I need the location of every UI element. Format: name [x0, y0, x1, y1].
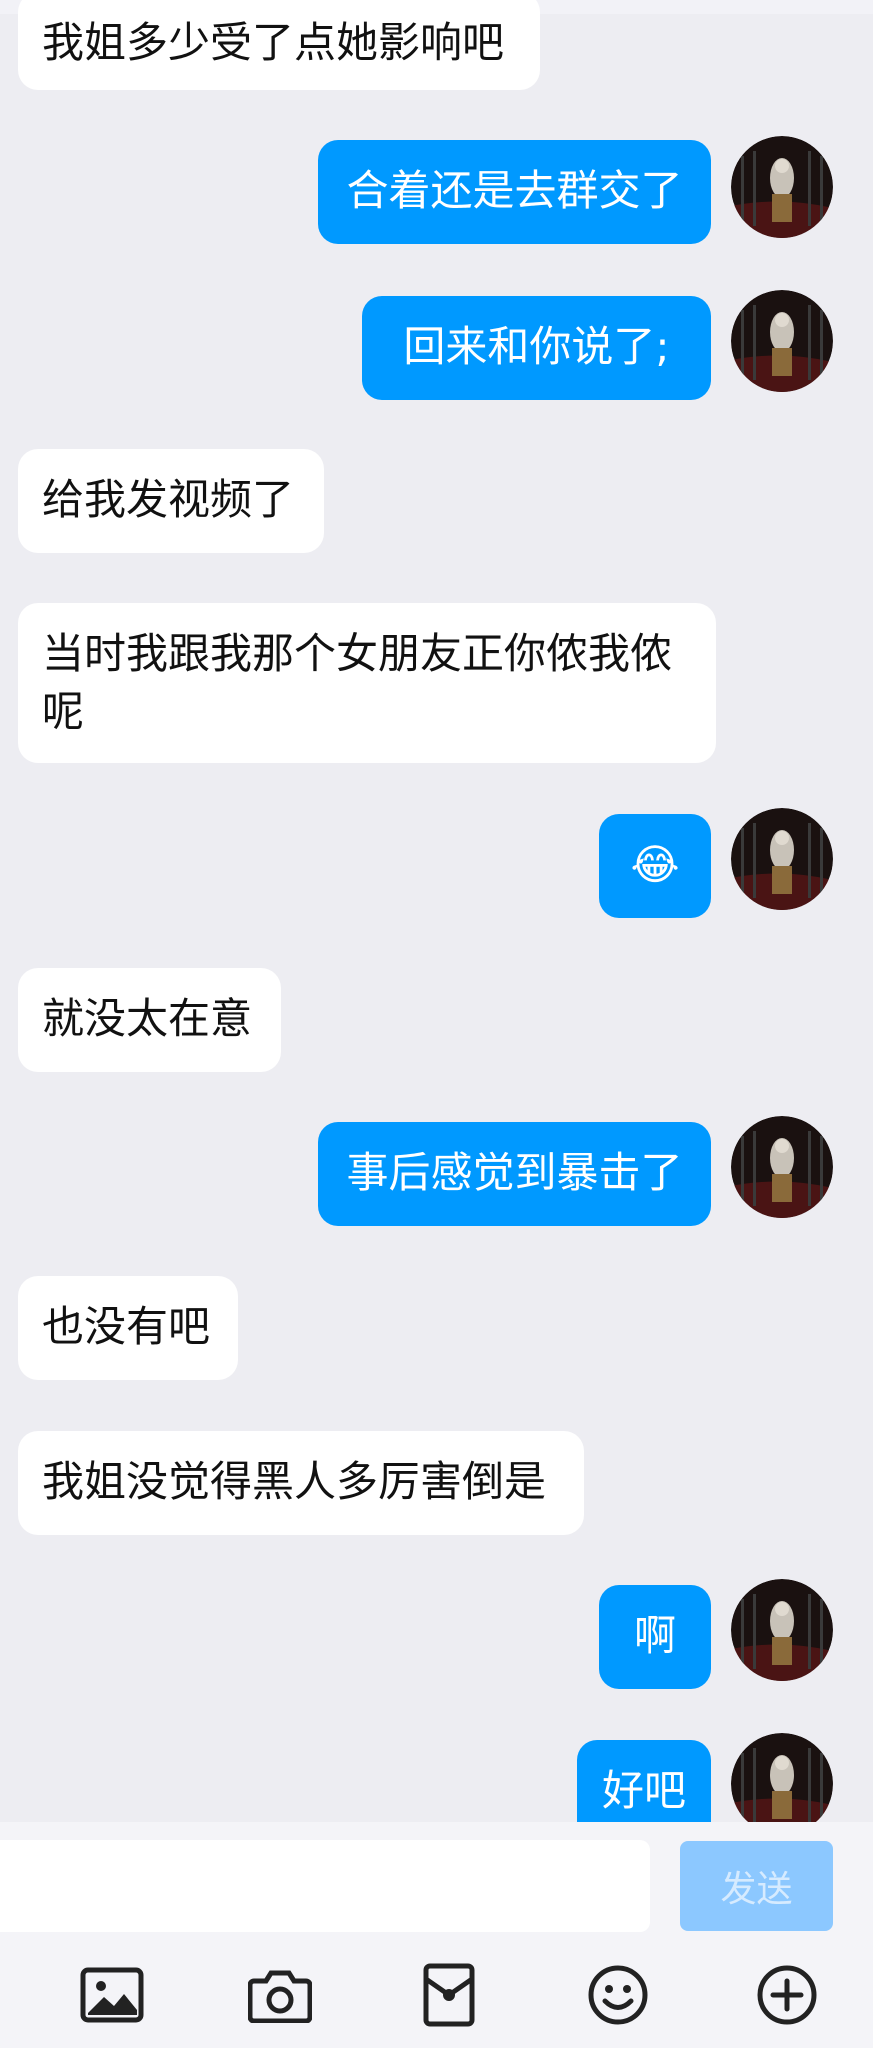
avatar[interactable]: [731, 808, 833, 910]
avatar[interactable]: [731, 136, 833, 238]
message-bubble-outgoing[interactable]: 事后感觉到暴击了: [318, 1122, 711, 1226]
avatar-image: [731, 1733, 833, 1835]
avatar[interactable]: [731, 1733, 833, 1835]
plus-icon[interactable]: [752, 1960, 822, 2030]
message-bubble-incoming[interactable]: 我姐没觉得黑人多厉害倒是: [18, 1431, 584, 1535]
avatar-image: [731, 290, 833, 392]
message-bubble-incoming[interactable]: 我姐多少受了点她影响吧: [18, 0, 540, 90]
emoji-icon[interactable]: [583, 1960, 653, 2030]
avatar-image: [731, 1116, 833, 1218]
avatar-image: [731, 808, 833, 910]
red-packet-icon[interactable]: [414, 1960, 484, 2030]
message-input[interactable]: [0, 1840, 650, 1932]
message-bubble-outgoing[interactable]: 合着还是去群交了: [318, 140, 711, 244]
message-bubble-outgoing[interactable]: 😂: [599, 814, 711, 918]
camera-icon[interactable]: [245, 1960, 315, 2030]
message-bubble-outgoing[interactable]: 啊: [599, 1585, 711, 1689]
message-bubble-incoming[interactable]: 当时我跟我那个女朋友正你侬我侬呢: [18, 603, 716, 763]
message-bubble-incoming[interactable]: 给我发视频了: [18, 449, 324, 553]
image-icon[interactable]: [77, 1960, 147, 2030]
avatar[interactable]: [731, 1116, 833, 1218]
message-bubble-incoming[interactable]: 也没有吧: [18, 1276, 238, 1380]
send-button[interactable]: 发送: [680, 1841, 833, 1931]
avatar[interactable]: [731, 1579, 833, 1681]
chat-screen: 我姐多少受了点她影响吧 合着还是去群交了 回来和你说了; 给我发视频了 当时我跟…: [0, 0, 873, 2048]
message-bubble-outgoing[interactable]: 回来和你说了;: [362, 296, 711, 400]
message-bubble-incoming[interactable]: 就没太在意: [18, 968, 281, 1072]
avatar-image: [731, 136, 833, 238]
avatar-image: [731, 1579, 833, 1681]
avatar[interactable]: [731, 290, 833, 392]
